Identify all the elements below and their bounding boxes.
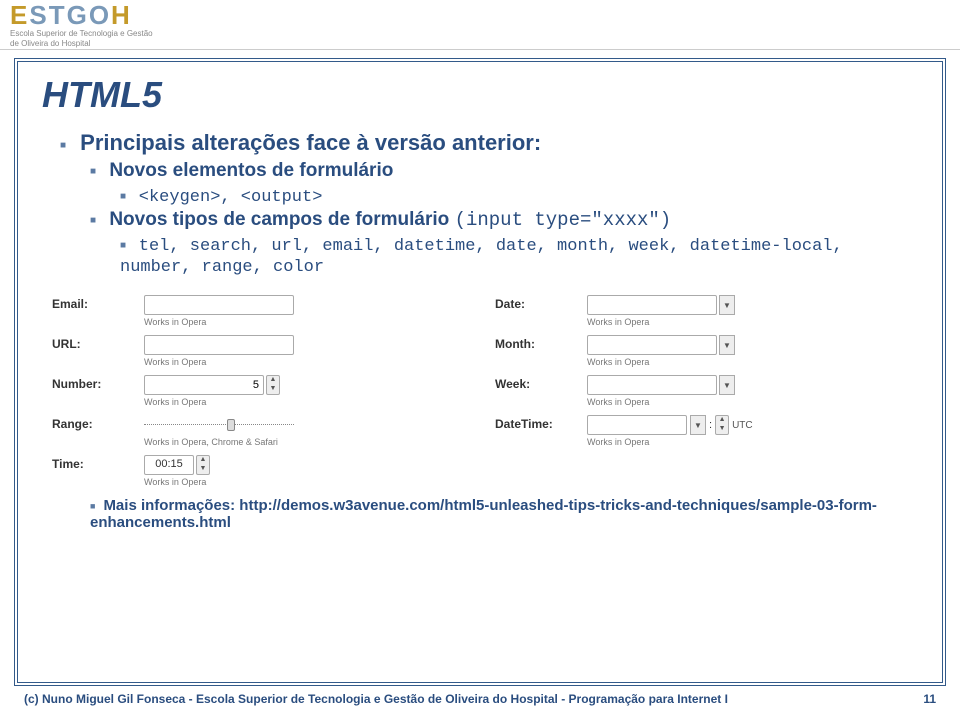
url-input[interactable]: [144, 335, 294, 355]
stepper-up-icon[interactable]: ▲: [197, 456, 209, 465]
row-email: Email: Works in Opera: [52, 295, 465, 327]
hint-date: Works in Opera: [587, 317, 908, 327]
number-stepper[interactable]: ▲▼: [266, 375, 280, 395]
bullet-level2: Novos elementos de formulário <keygen>, …: [90, 160, 918, 207]
logo: ESTGOH Escola Superior de Tecnologia e G…: [10, 2, 153, 48]
row-month: Month: ▼ Works in Opera: [495, 335, 908, 367]
row-range: Range: Works in Opera, Chrome & Safari: [52, 415, 465, 447]
hint-time: Works in Opera: [144, 477, 465, 487]
slide-title: HTML5: [42, 74, 918, 116]
label-month: Month:: [495, 335, 577, 351]
row-number: Number: ▲▼ Works in Opera: [52, 375, 465, 407]
slide-frame: HTML5 Principais alterações face à versã…: [14, 58, 946, 686]
label-number: Number:: [52, 375, 134, 391]
month-input[interactable]: [587, 335, 717, 355]
logo-text: ESTGOH: [10, 2, 153, 28]
bullet2-items: <keygen>, <output>: [139, 188, 323, 207]
page-header: ESTGOH Escola Superior de Tecnologia e G…: [0, 0, 960, 50]
time-input[interactable]: 00:15: [144, 455, 194, 475]
bullet3-items: tel, search, url, email, datetime, date,…: [120, 237, 843, 277]
footer-page-number: 11: [923, 692, 936, 706]
row-week: Week: ▼ Works in Opera: [495, 375, 908, 407]
row-datetime: DateTime: ▼ : ▲▼ UTC Works in Opera: [495, 415, 908, 447]
hint-week: Works in Opera: [587, 397, 908, 407]
row-url: URL: Works in Opera: [52, 335, 465, 367]
bullet-level3: <keygen>, <output>: [120, 186, 918, 207]
form-demo: Email: Works in Opera Date: ▼ Works in O…: [52, 295, 908, 487]
hint-month: Works in Opera: [587, 357, 908, 367]
datetime-dropdown-icon[interactable]: ▼: [690, 415, 706, 435]
stepper-up-icon[interactable]: ▲: [267, 376, 279, 385]
range-input[interactable]: [144, 415, 294, 435]
datetime-colon: :: [709, 419, 712, 431]
more-info-item: Mais informações: http://demos.w3avenue.…: [90, 497, 918, 531]
hint-email: Works in Opera: [144, 317, 465, 327]
hint-datetime: Works in Opera: [587, 437, 908, 447]
label-date: Date:: [495, 295, 577, 311]
week-dropdown-icon[interactable]: ▼: [719, 375, 735, 395]
row-date: Date: ▼ Works in Opera: [495, 295, 908, 327]
stepper-down-icon[interactable]: ▼: [197, 465, 209, 474]
bullet1-text: Principais alterações face à versão ante…: [80, 130, 541, 155]
week-input[interactable]: [587, 375, 717, 395]
date-input[interactable]: [587, 295, 717, 315]
time-stepper[interactable]: ▲▼: [196, 455, 210, 475]
stepper-up-icon[interactable]: ▲: [716, 416, 728, 425]
more-info: Mais informações: http://demos.w3avenue.…: [42, 497, 918, 531]
label-range: Range:: [52, 415, 134, 431]
range-thumb[interactable]: [227, 419, 235, 431]
datetime-date-input[interactable]: [587, 415, 687, 435]
hint-number: Works in Opera: [144, 397, 465, 407]
date-dropdown-icon[interactable]: ▼: [719, 295, 735, 315]
month-dropdown-icon[interactable]: ▼: [719, 335, 735, 355]
stepper-down-icon[interactable]: ▼: [267, 385, 279, 394]
bullet-list: Principais alterações face à versão ante…: [42, 130, 918, 277]
bullet-level3: tel, search, url, email, datetime, date,…: [120, 235, 918, 277]
label-time: Time:: [52, 455, 134, 471]
hint-range: Works in Opera, Chrome & Safari: [144, 437, 465, 447]
bullet2-text: Novos elementos de formulário: [109, 160, 393, 181]
bullet-level2: Novos tipos de campos de formulário (inp…: [90, 209, 918, 277]
number-input[interactable]: [144, 375, 264, 395]
logo-sub2: de Oliveira do Hospital: [10, 40, 153, 48]
logo-sub1: Escola Superior de Tecnologia e Gestão: [10, 30, 153, 38]
footer-left: (c) Nuno Miguel Gil Fonseca - Escola Sup…: [24, 692, 728, 706]
email-input[interactable]: [144, 295, 294, 315]
label-url: URL:: [52, 335, 134, 351]
row-time: Time: 00:15 ▲▼ Works in Opera: [52, 455, 465, 487]
label-email: Email:: [52, 295, 134, 311]
bullet-level1: Principais alterações face à versão ante…: [60, 130, 918, 277]
slide-footer: (c) Nuno Miguel Gil Fonseca - Escola Sup…: [0, 686, 960, 706]
label-datetime: DateTime:: [495, 415, 577, 431]
utc-label: UTC: [732, 420, 753, 431]
hint-url: Works in Opera: [144, 357, 465, 367]
bullet3-text: Novos tipos de campos de formulário (inp…: [109, 209, 671, 230]
datetime-stepper[interactable]: ▲▼: [715, 415, 729, 435]
label-week: Week:: [495, 375, 577, 391]
stepper-down-icon[interactable]: ▼: [716, 425, 728, 434]
